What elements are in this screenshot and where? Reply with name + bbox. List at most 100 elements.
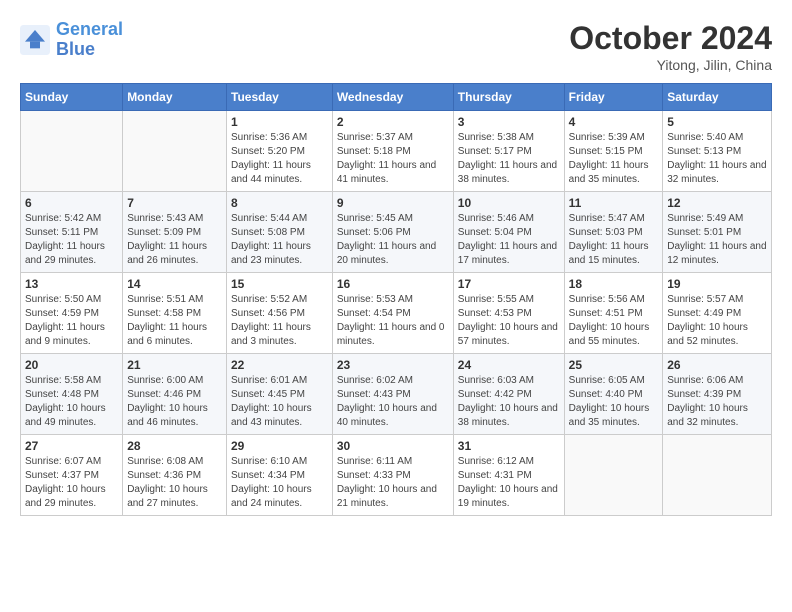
day-info: Sunrise: 5:45 AM Sunset: 5:06 PM Dayligh… (337, 212, 449, 268)
day-number: 21 (127, 358, 222, 372)
day-number: 16 (337, 277, 449, 291)
location-subtitle: Yitong, Jilin, China (569, 57, 772, 73)
calendar-cell: 14 Sunrise: 5:51 AM Sunset: 4:58 PM Dayli… (123, 273, 227, 354)
calendar-header: SundayMondayTuesdayWednesdayThursdayFrid… (21, 84, 772, 111)
logo-icon (20, 25, 50, 55)
day-info: Sunrise: 5:51 AM Sunset: 4:58 PM Dayligh… (127, 293, 222, 349)
calendar-cell: 22Sunrise: 6:01 AM Sunset: 4:45 PM Dayli… (227, 354, 333, 435)
calendar-cell: 18 Sunrise: 5:56 AM Sunset: 4:51 PM Dayli… (564, 273, 663, 354)
day-number: 2 (337, 115, 449, 129)
weekday-header: Wednesday (332, 84, 453, 111)
day-number: 20 (25, 358, 118, 372)
day-number: 27 (25, 439, 118, 453)
calendar-cell: 20 Sunrise: 5:58 AM Sunset: 4:48 PM Dayli… (21, 354, 123, 435)
page-header: General Blue October 2024 Yitong, Jilin,… (20, 20, 772, 73)
day-info: Sunrise: 6:03 AM Sunset: 4:42 PM Dayligh… (458, 374, 560, 430)
calendar-cell: 2 Sunrise: 5:37 AM Sunset: 5:18 PM Daylig… (332, 111, 453, 192)
day-info: Sunrise: 5:39 AM Sunset: 5:15 PM Dayligh… (569, 131, 659, 187)
logo-line2: Blue (56, 39, 95, 59)
calendar-cell: 26 Sunrise: 6:06 AM Sunset: 4:39 PM Dayli… (663, 354, 772, 435)
day-number: 14 (127, 277, 222, 291)
day-info: Sunrise: 5:56 AM Sunset: 4:51 PM Dayligh… (569, 293, 659, 349)
calendar-cell: 30 Sunrise: 6:11 AM Sunset: 4:33 PM Dayli… (332, 435, 453, 516)
weekday-header: Saturday (663, 84, 772, 111)
day-info: Sunrise: 5:47 AM Sunset: 5:03 PM Dayligh… (569, 212, 659, 268)
calendar-cell: 11 Sunrise: 5:47 AM Sunset: 5:03 PM Dayli… (564, 192, 663, 273)
day-info: Sunrise: 6:06 AM Sunset: 4:39 PM Dayligh… (667, 374, 767, 430)
month-title: October 2024 (569, 20, 772, 57)
calendar-cell: 24 Sunrise: 6:03 AM Sunset: 4:42 PM Dayli… (453, 354, 564, 435)
day-number: 6 (25, 196, 118, 210)
day-number: 12 (667, 196, 767, 210)
calendar-cell: 27 Sunrise: 6:07 AM Sunset: 4:37 PM Dayli… (21, 435, 123, 516)
day-info: Sunrise: 6:07 AM Sunset: 4:37 PM Dayligh… (25, 455, 118, 511)
day-info: Sunrise: 6:05 AM Sunset: 4:40 PM Dayligh… (569, 374, 659, 430)
calendar-cell: 13 Sunrise: 5:50 AM Sunset: 4:59 PM Dayli… (21, 273, 123, 354)
calendar-table: SundayMondayTuesdayWednesdayThursdayFrid… (20, 83, 772, 516)
calendar-cell: 5Sunrise: 5:40 AM Sunset: 5:13 PM Daylig… (663, 111, 772, 192)
day-number: 10 (458, 196, 560, 210)
day-number: 8 (231, 196, 328, 210)
day-number: 30 (337, 439, 449, 453)
weekday-header: Tuesday (227, 84, 333, 111)
day-number: 1 (231, 115, 328, 129)
day-number: 3 (458, 115, 560, 129)
calendar-cell: 29 Sunrise: 6:10 AM Sunset: 4:34 PM Dayli… (227, 435, 333, 516)
day-info: Sunrise: 6:12 AM Sunset: 4:31 PM Dayligh… (458, 455, 560, 511)
day-number: 28 (127, 439, 222, 453)
day-number: 15 (231, 277, 328, 291)
logo: General Blue (20, 20, 123, 60)
day-number: 31 (458, 439, 560, 453)
calendar-body: 1 Sunrise: 5:36 AM Sunset: 5:20 PM Daylig… (21, 111, 772, 516)
calendar-cell (564, 435, 663, 516)
day-info: Sunrise: 5:53 AM Sunset: 4:54 PM Dayligh… (337, 293, 449, 349)
day-info: Sunrise: 6:10 AM Sunset: 4:34 PM Dayligh… (231, 455, 328, 511)
logo-line1: General (56, 19, 123, 39)
calendar-cell: 3 Sunrise: 5:38 AM Sunset: 5:17 PM Daylig… (453, 111, 564, 192)
calendar-cell: 23 Sunrise: 6:02 AM Sunset: 4:43 PM Dayli… (332, 354, 453, 435)
day-info: Sunrise: 5:43 AM Sunset: 5:09 PM Dayligh… (127, 212, 222, 268)
calendar-cell: 31 Sunrise: 6:12 AM Sunset: 4:31 PM Dayli… (453, 435, 564, 516)
calendar-cell: 9 Sunrise: 5:45 AM Sunset: 5:06 PM Daylig… (332, 192, 453, 273)
calendar-cell: 12 Sunrise: 5:49 AM Sunset: 5:01 PM Dayli… (663, 192, 772, 273)
day-number: 18 (569, 277, 659, 291)
calendar-cell: 28Sunrise: 6:08 AM Sunset: 4:36 PM Dayli… (123, 435, 227, 516)
day-info: Sunrise: 6:02 AM Sunset: 4:43 PM Dayligh… (337, 374, 449, 430)
day-info: Sunrise: 5:44 AM Sunset: 5:08 PM Dayligh… (231, 212, 328, 268)
day-number: 19 (667, 277, 767, 291)
day-number: 4 (569, 115, 659, 129)
day-number: 24 (458, 358, 560, 372)
day-number: 26 (667, 358, 767, 372)
day-number: 9 (337, 196, 449, 210)
calendar-cell: 15 Sunrise: 5:52 AM Sunset: 4:56 PM Dayli… (227, 273, 333, 354)
title-block: October 2024 Yitong, Jilin, China (569, 20, 772, 73)
day-info: Sunrise: 5:57 AM Sunset: 4:49 PM Dayligh… (667, 293, 767, 349)
calendar-cell (21, 111, 123, 192)
day-info: Sunrise: 5:49 AM Sunset: 5:01 PM Dayligh… (667, 212, 767, 268)
day-number: 7 (127, 196, 222, 210)
day-info: Sunrise: 5:52 AM Sunset: 4:56 PM Dayligh… (231, 293, 328, 349)
day-number: 29 (231, 439, 328, 453)
calendar-cell (123, 111, 227, 192)
day-number: 13 (25, 277, 118, 291)
calendar-cell: 7 Sunrise: 5:43 AM Sunset: 5:09 PM Daylig… (123, 192, 227, 273)
weekday-header: Monday (123, 84, 227, 111)
day-info: Sunrise: 6:11 AM Sunset: 4:33 PM Dayligh… (337, 455, 449, 511)
day-info: Sunrise: 5:46 AM Sunset: 5:04 PM Dayligh… (458, 212, 560, 268)
calendar-cell: 17 Sunrise: 5:55 AM Sunset: 4:53 PM Dayli… (453, 273, 564, 354)
day-number: 11 (569, 196, 659, 210)
day-info: Sunrise: 5:40 AM Sunset: 5:13 PM Dayligh… (667, 131, 767, 187)
calendar-cell: 1 Sunrise: 5:36 AM Sunset: 5:20 PM Daylig… (227, 111, 333, 192)
day-info: Sunrise: 5:38 AM Sunset: 5:17 PM Dayligh… (458, 131, 560, 187)
day-number: 25 (569, 358, 659, 372)
day-info: Sunrise: 5:37 AM Sunset: 5:18 PM Dayligh… (337, 131, 449, 187)
calendar-cell: 19 Sunrise: 5:57 AM Sunset: 4:49 PM Dayli… (663, 273, 772, 354)
day-number: 23 (337, 358, 449, 372)
day-info: Sunrise: 5:58 AM Sunset: 4:48 PM Dayligh… (25, 374, 118, 430)
day-number: 17 (458, 277, 560, 291)
calendar-cell: 8 Sunrise: 5:44 AM Sunset: 5:08 PM Daylig… (227, 192, 333, 273)
day-info: Sunrise: 5:55 AM Sunset: 4:53 PM Dayligh… (458, 293, 560, 349)
day-info: Sunrise: 5:50 AM Sunset: 4:59 PM Dayligh… (25, 293, 118, 349)
day-info: Sunrise: 5:36 AM Sunset: 5:20 PM Dayligh… (231, 131, 328, 187)
weekday-header: Thursday (453, 84, 564, 111)
